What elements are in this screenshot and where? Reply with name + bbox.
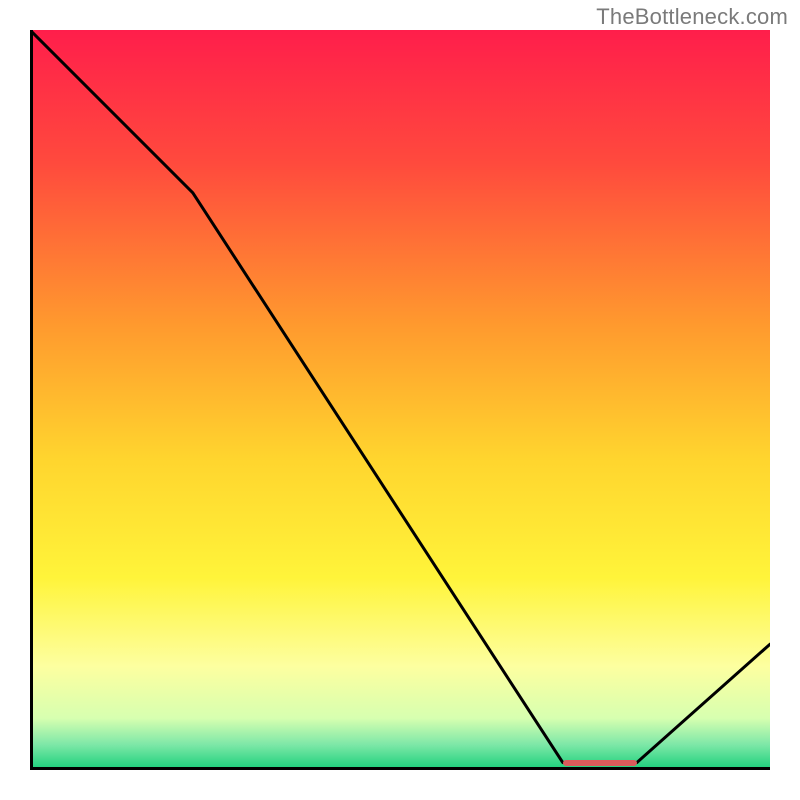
plot-area xyxy=(30,30,770,770)
optimal-range-marker xyxy=(563,760,637,766)
bottleneck-curve xyxy=(30,30,770,770)
chart-container: TheBottleneck.com xyxy=(0,0,800,800)
watermark-text: TheBottleneck.com xyxy=(596,4,788,30)
